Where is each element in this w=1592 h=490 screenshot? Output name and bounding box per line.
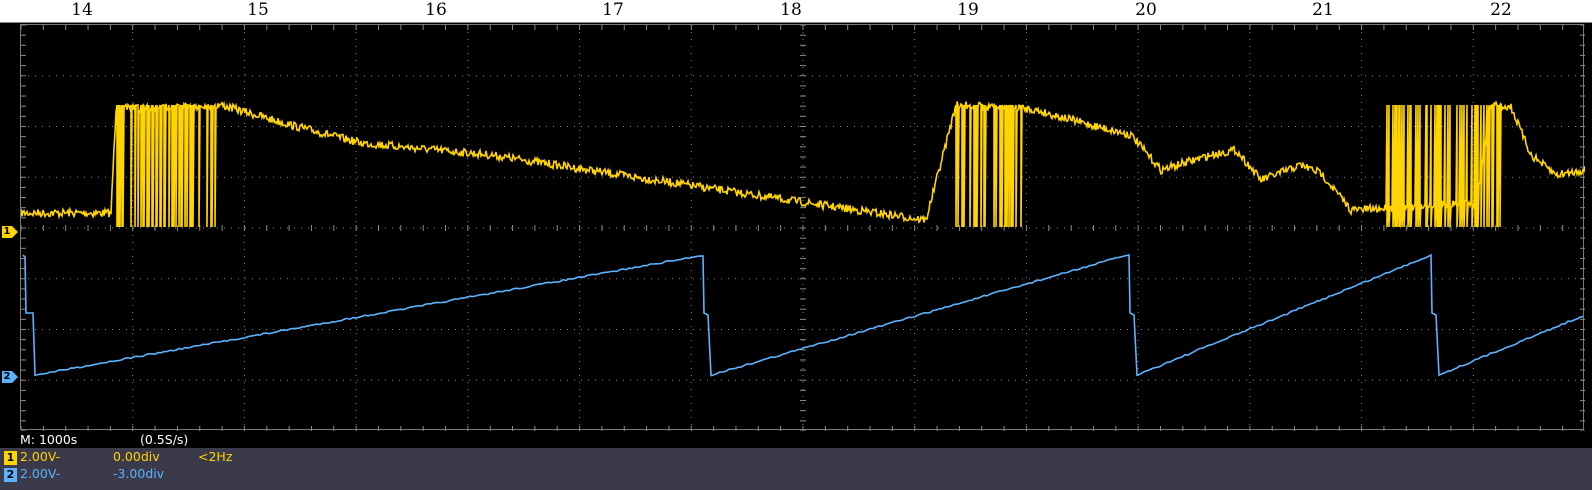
graticule-grid xyxy=(21,25,1585,431)
ch1-scale: 2.00V- xyxy=(20,449,61,464)
ch2-offset: -3.00div xyxy=(113,466,165,481)
ch2-badge[interactable]: 2 xyxy=(4,467,17,482)
ch1-offset: 0.00div xyxy=(113,449,160,464)
time-scale-label: 15 xyxy=(247,0,269,20)
time-scale-label: 20 xyxy=(1135,0,1157,20)
timebase-value[interactable]: M: 1000s xyxy=(20,431,77,448)
sample-rate-value: (0.5S/s) xyxy=(140,432,189,447)
ch1-badge[interactable]: 1 xyxy=(4,450,17,465)
status-panel: M: 1000s (0.5S/s) 1 2.00V- 0.00div <2Hz … xyxy=(0,431,1592,490)
time-scale-label: 22 xyxy=(1490,0,1512,20)
time-scale-label: 18 xyxy=(780,0,802,20)
time-scale-label: 16 xyxy=(425,0,447,20)
waveform-canvas xyxy=(21,25,1585,431)
time-scale-label: 17 xyxy=(602,0,624,20)
ch2-scale: 2.00V- xyxy=(20,466,61,481)
ch2-level-marker[interactable]: 2 xyxy=(0,371,18,383)
time-scale-label: 21 xyxy=(1312,0,1334,20)
timebase-line: M: 1000s (0.5S/s) xyxy=(0,431,1592,448)
ch2-waveform xyxy=(22,253,1584,377)
ch1-level-marker[interactable]: 1 xyxy=(0,226,18,238)
time-scale-label: 14 xyxy=(71,0,93,20)
waveform-display[interactable] xyxy=(20,24,1585,431)
time-scale-label: 19 xyxy=(957,0,979,20)
ch1-frequency: <2Hz xyxy=(198,449,233,464)
time-scale-ruler: 14 15 16 17 18 19 20 21 22 xyxy=(0,0,1592,23)
